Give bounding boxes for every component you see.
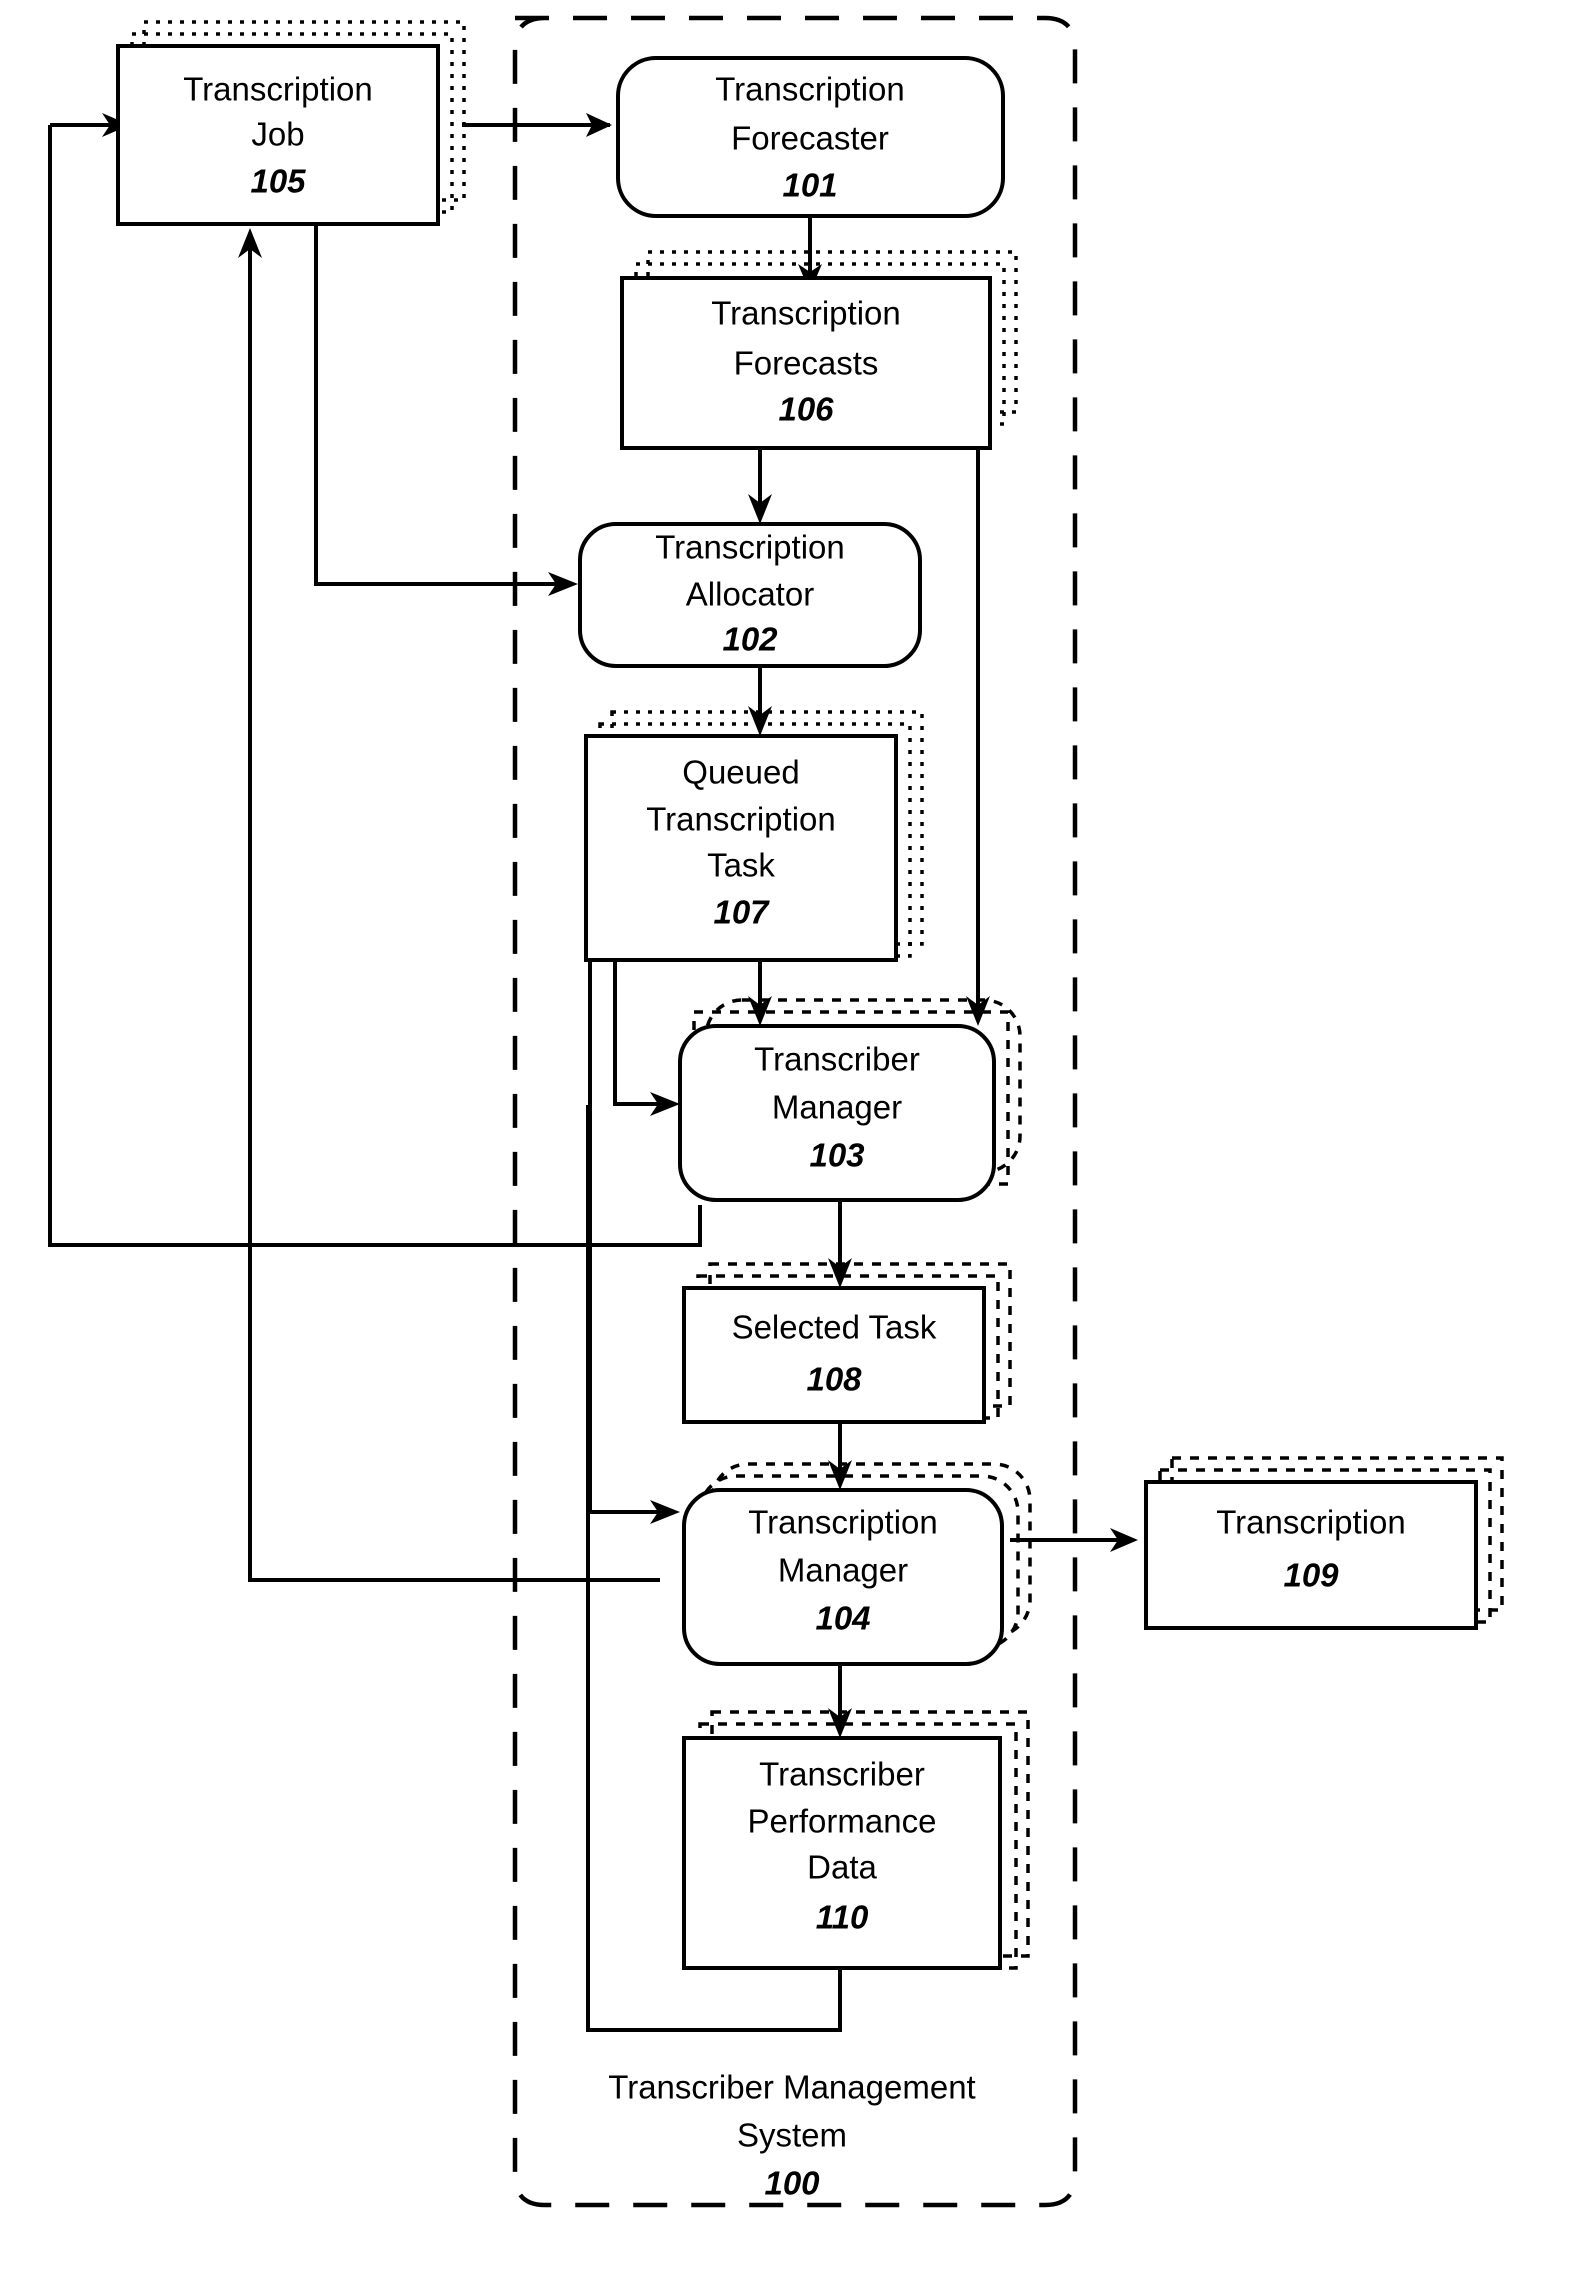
node-103-number: 103: [809, 1137, 864, 1174]
node-108-number: 108: [806, 1361, 862, 1398]
node-102-label-line2: Allocator: [686, 576, 814, 613]
edge-103-to-105-feedback: [48, 125, 702, 1247]
node-105-number: 105: [250, 163, 306, 200]
system-boundary-label-group: Transcriber Management System 100: [608, 2069, 975, 2202]
node-108-label-line1: Selected Task: [732, 1309, 937, 1346]
node-104-number: 104: [815, 1600, 870, 1637]
node-queued-transcription-task-107[interactable]: Queued Transcription Task 107: [584, 710, 924, 962]
node-103-label-line1: Transcriber: [754, 1041, 920, 1078]
node-106-number: 106: [778, 391, 834, 428]
node-transcription-allocator-102[interactable]: Transcription Allocator 102: [578, 522, 922, 668]
patent-figure-root: Transcription Job 105 Transcription Fore…: [0, 0, 1595, 2289]
node-110-number: 110: [816, 1899, 869, 1936]
node-transcription-forecaster-101[interactable]: Transcription Forecaster 101: [616, 56, 1005, 218]
node-102-label-line1: Transcription: [655, 529, 845, 566]
node-107-number: 107: [713, 894, 770, 931]
system-label-line2: System: [737, 2117, 847, 2154]
node-104-label-line2: Manager: [778, 1552, 908, 1589]
node-transcription-forecasts-106[interactable]: Transcription Forecasts 106: [620, 250, 1018, 450]
node-103-label-line2: Manager: [772, 1089, 902, 1126]
node-109-label-line1: Transcription: [1216, 1504, 1406, 1541]
node-106-label-line1: Transcription: [711, 295, 901, 332]
node-transcription-manager-104[interactable]: Transcription Manager 104: [682, 1462, 1032, 1666]
node-transcriber-manager-103[interactable]: Transcriber Manager 103: [678, 998, 1022, 1202]
node-110-label-line2: Performance: [748, 1803, 937, 1840]
node-107-label-line3: Task: [707, 847, 775, 884]
node-101-number: 101: [782, 167, 837, 204]
edge-107-to-103-left: [613, 960, 660, 1106]
node-transcription-job-105[interactable]: Transcription Job 105: [116, 20, 466, 226]
node-101-label-line1: Transcription: [715, 71, 905, 108]
node-110-label-line3: Data: [807, 1849, 877, 1886]
node-105-label-line1: Transcription: [183, 71, 373, 108]
diagram-canvas: Transcription Job 105 Transcription Fore…: [48, 15, 1504, 2208]
node-transcriber-performance-data-110[interactable]: Transcriber Performance Data 110: [682, 1710, 1030, 1970]
node-109-number: 109: [1283, 1557, 1339, 1594]
system-label-number: 100: [764, 2165, 820, 2202]
node-104-label-line1: Transcription: [748, 1504, 938, 1541]
node-101-label-line2: Forecaster: [731, 120, 889, 157]
node-106-label-line2: Forecasts: [734, 345, 879, 382]
node-110-label-line1: Transcriber: [759, 1756, 925, 1793]
node-selected-task-108[interactable]: Selected Task 108: [682, 1262, 1012, 1424]
system-label-line1: Transcriber Management: [608, 2069, 975, 2106]
node-107-label-line2: Transcription: [646, 801, 836, 838]
node-107-label-line1: Queued: [682, 754, 799, 791]
node-105-label-line2: Job: [251, 116, 304, 153]
edge-105-to-102: [314, 220, 560, 586]
edge-107-to-104: [588, 960, 660, 1514]
node-102-number: 102: [722, 621, 778, 658]
node-transcription-109[interactable]: Transcription 109: [1144, 1456, 1504, 1630]
